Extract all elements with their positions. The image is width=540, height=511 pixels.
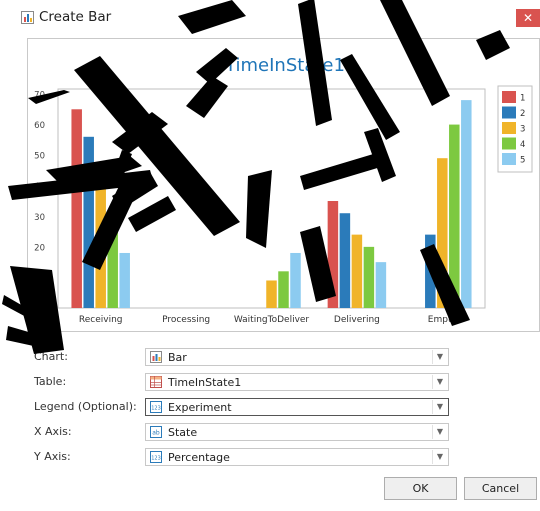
- numeric-field-icon: 123: [150, 401, 162, 413]
- chart-title: TimeInState1: [224, 55, 345, 76]
- text-field-icon: ab: [150, 426, 162, 438]
- bar: [425, 234, 436, 308]
- close-button[interactable]: ✕: [516, 9, 540, 27]
- y-tick-label: 40: [34, 182, 45, 192]
- x-tick-label: Delivering: [334, 315, 380, 325]
- table-icon: [150, 376, 162, 388]
- chart-type-value: Bar: [168, 351, 187, 364]
- bar-chart-icon: [21, 11, 34, 24]
- bar: [327, 201, 339, 308]
- y-axis-label: Y Axis:: [34, 450, 71, 463]
- table-value: TimeInState1: [168, 376, 242, 389]
- x-tick-label: Empty: [428, 315, 458, 325]
- y-tick-label: 70: [34, 91, 45, 101]
- legend-entry: 5: [520, 156, 525, 166]
- bar: [437, 158, 448, 308]
- y-tick-label: 30: [34, 213, 45, 223]
- table-label: Table:: [34, 375, 67, 388]
- legend-swatch: [502, 106, 516, 119]
- bar: [278, 271, 289, 308]
- legend-value: Experiment: [168, 401, 232, 414]
- bar: [339, 213, 351, 308]
- bar: [71, 109, 82, 309]
- legend-entry: 1: [520, 94, 525, 104]
- bar-chart: TimeInState1 0 10 20 30 40 50 60 70 Receiving Proc…: [34, 55, 533, 325]
- legend-swatch: [502, 137, 516, 150]
- y-tick-label: 0: [40, 305, 45, 315]
- svg-text:123: 123: [151, 406, 161, 412]
- bar: [375, 262, 387, 308]
- chevron-down-icon[interactable]: ▼: [432, 375, 447, 389]
- legend-entry: 2: [520, 109, 525, 119]
- ok-button[interactable]: OK: [384, 477, 457, 500]
- y-tick-label: 20: [34, 243, 45, 253]
- close-icon: ✕: [522, 11, 534, 25]
- y-axis-dropdown[interactable]: 123 Percentage ▼: [145, 448, 449, 466]
- chevron-down-icon[interactable]: ▼: [432, 450, 447, 464]
- legend-entry: 4: [520, 140, 525, 150]
- chart-preview: TimeInState1 0 10 20 30 40 50 60 70 Receiving Proc…: [27, 38, 540, 332]
- bar: [83, 136, 94, 308]
- chevron-down-icon[interactable]: ▼: [432, 350, 447, 364]
- bar: [351, 234, 363, 308]
- y-axis-value: Percentage: [168, 451, 230, 464]
- numeric-field-icon: 123: [150, 451, 162, 463]
- legend-swatch: [502, 153, 516, 165]
- bar: [461, 100, 472, 308]
- legend-swatch: [502, 122, 516, 134]
- title-bar: Create Bar ✕: [0, 0, 540, 38]
- legend-dropdown[interactable]: 123 Experiment ▼: [145, 398, 449, 416]
- cancel-button[interactable]: Cancel: [464, 477, 537, 500]
- chevron-down-icon[interactable]: ▼: [432, 425, 447, 439]
- window-title: Create Bar: [39, 9, 112, 25]
- x-tick-label: Receiving: [79, 315, 123, 325]
- y-tick-label: 60: [34, 121, 45, 131]
- table-dropdown[interactable]: TimeInState1 ▼: [145, 373, 449, 391]
- chevron-down-icon[interactable]: ▼: [432, 400, 447, 414]
- x-tick-label: WaitingToDeliver: [234, 315, 310, 325]
- bar: [363, 246, 375, 308]
- bar: [266, 280, 277, 308]
- y-tick-label: 10: [34, 274, 45, 284]
- chart-type-label: Chart:: [34, 350, 68, 363]
- x-axis-dropdown[interactable]: ab State ▼: [145, 423, 449, 441]
- svg-text:ab: ab: [152, 430, 160, 437]
- x-tick-label: Processing: [162, 315, 210, 325]
- x-axis-label: X Axis:: [34, 425, 72, 438]
- y-tick-label: 50: [34, 152, 45, 162]
- bar: [119, 252, 130, 308]
- legend-swatch: [502, 91, 516, 103]
- bar-chart-icon: [150, 351, 162, 363]
- bar: [449, 124, 460, 308]
- legend-label: Legend (Optional):: [34, 400, 137, 413]
- chart-type-dropdown[interactable]: Bar ▼: [145, 348, 449, 366]
- legend-entry: 3: [520, 125, 525, 135]
- bar: [95, 185, 106, 308]
- svg-text:123: 123: [151, 456, 161, 462]
- bar: [107, 213, 118, 308]
- bar: [290, 252, 301, 308]
- x-axis-value: State: [168, 426, 198, 439]
